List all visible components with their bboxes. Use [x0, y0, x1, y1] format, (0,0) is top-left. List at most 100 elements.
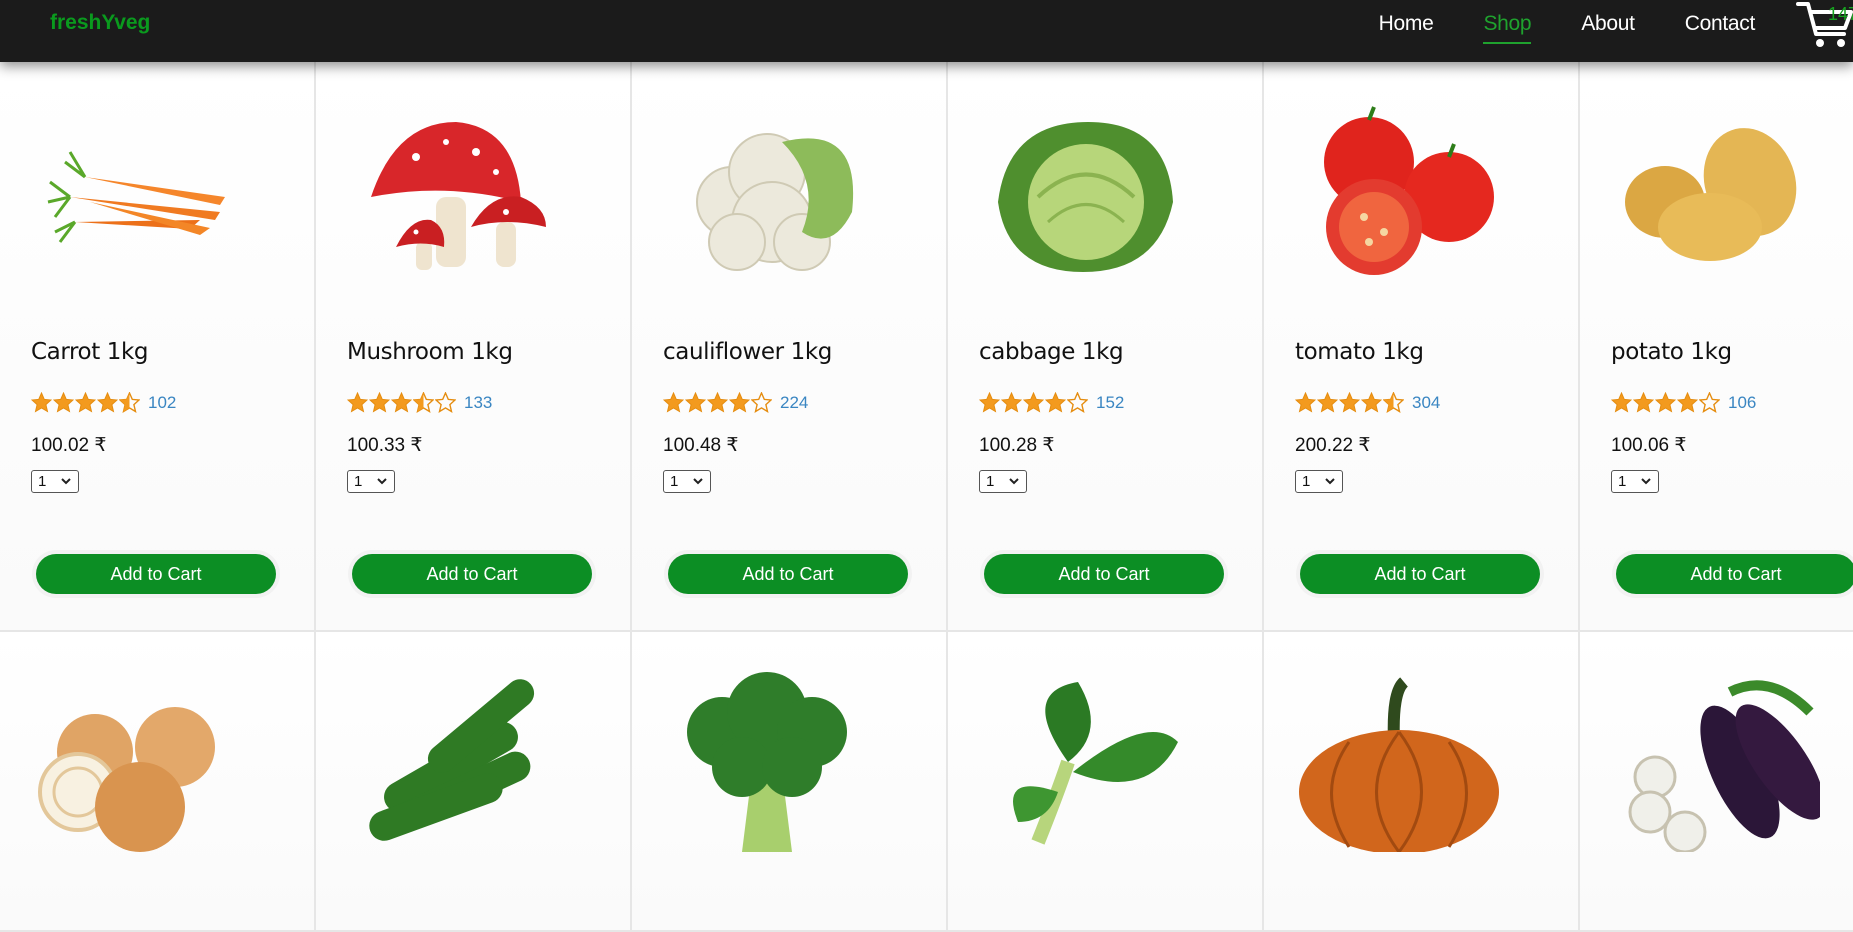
add-to-cart-button[interactable]: Add to Cart: [36, 554, 276, 594]
star-full-icon: [369, 392, 390, 413]
star-full-icon: [1611, 392, 1632, 413]
chevron-down-icon: [377, 478, 387, 485]
star-full-icon: [729, 392, 750, 413]
nav-contact[interactable]: Contact: [1685, 12, 1756, 40]
cucumber-image[interactable]: [346, 672, 556, 852]
product-title: tomato 1kg: [1295, 339, 1424, 365]
add-to-cart-button[interactable]: Add to Cart: [1300, 554, 1540, 594]
quantity-value: 1: [1302, 473, 1311, 490]
quantity-select[interactable]: 1: [979, 470, 1027, 493]
star-rating: [1611, 392, 1720, 413]
broccoli-image[interactable]: [662, 672, 872, 852]
star-rating: [979, 392, 1088, 413]
review-count[interactable]: 224: [780, 393, 808, 413]
quantity-select[interactable]: 1: [31, 470, 79, 493]
brand-logo[interactable]: freshYveg: [50, 11, 150, 35]
star-full-icon: [1633, 392, 1654, 413]
star-empty-icon: [1067, 392, 1088, 413]
star-full-icon: [1361, 392, 1382, 413]
chevron-down-icon: [1325, 478, 1335, 485]
star-rating: [1295, 392, 1404, 413]
review-count[interactable]: 102: [148, 393, 176, 413]
star-empty-icon: [1699, 392, 1720, 413]
add-to-cart-button[interactable]: Add to Cart: [352, 554, 592, 594]
nav-shop[interactable]: Shop: [1483, 12, 1532, 44]
star-half-icon: [413, 392, 434, 413]
star-rating: [31, 392, 140, 413]
star-full-icon: [707, 392, 728, 413]
product-rating: 304: [1295, 392, 1440, 413]
star-full-icon: [75, 392, 96, 413]
star-full-icon: [31, 392, 52, 413]
review-count[interactable]: 106: [1728, 393, 1756, 413]
product-card: Mushroom 1kg 133 100.33 ₹ 1 Add to Cart: [316, 62, 632, 632]
product-price: 100.28 ₹: [979, 435, 1055, 456]
product-rating: 133: [347, 392, 492, 413]
quantity-select[interactable]: 1: [1611, 470, 1659, 493]
cart-count-badge: 147: [1828, 4, 1853, 24]
quantity-value: 1: [1618, 473, 1627, 490]
quantity-select[interactable]: 1: [663, 470, 711, 493]
star-rating: [347, 392, 456, 413]
product-price: 100.02 ₹: [31, 435, 107, 456]
carrot-image[interactable]: [30, 102, 240, 282]
cart-button[interactable]: 147: [1796, 0, 1853, 50]
star-full-icon: [1317, 392, 1338, 413]
product-price: 200.22 ₹: [1295, 435, 1371, 456]
nav-links: Home Shop About Contact: [1379, 12, 1756, 44]
add-to-cart-button[interactable]: Add to Cart: [668, 554, 908, 594]
product-card: [0, 632, 316, 932]
cabbage-image[interactable]: [978, 102, 1188, 282]
star-full-icon: [97, 392, 118, 413]
star-full-icon: [1677, 392, 1698, 413]
product-title: cabbage 1kg: [979, 339, 1124, 365]
product-title: cauliflower 1kg: [663, 339, 832, 365]
review-count[interactable]: 152: [1096, 393, 1124, 413]
potato-image[interactable]: [1610, 102, 1820, 282]
chevron-down-icon: [693, 478, 703, 485]
add-to-cart-button[interactable]: Add to Cart: [984, 554, 1224, 594]
product-card: potato 1kg 106 100.06 ₹ 1 Add to Cart: [1580, 62, 1853, 632]
star-full-icon: [1045, 392, 1066, 413]
star-full-icon: [685, 392, 706, 413]
cauliflower-image[interactable]: [662, 102, 872, 282]
nav-about[interactable]: About: [1581, 12, 1635, 40]
product-rating: 224: [663, 392, 808, 413]
product-card: cauliflower 1kg 224 100.48 ₹ 1 Add to Ca…: [632, 62, 948, 632]
product-card: [948, 632, 1264, 932]
review-count[interactable]: 133: [464, 393, 492, 413]
product-card: Carrot 1kg 102 100.02 ₹ 1 Add to Cart: [0, 62, 316, 632]
tomato-image[interactable]: [1294, 102, 1504, 282]
star-full-icon: [979, 392, 1000, 413]
mushroom-image[interactable]: [346, 102, 556, 282]
star-full-icon: [663, 392, 684, 413]
product-price: 100.48 ₹: [663, 435, 739, 456]
product-rating: 152: [979, 392, 1124, 413]
product-title: potato 1kg: [1611, 339, 1732, 365]
star-half-icon: [1383, 392, 1404, 413]
chevron-down-icon: [1009, 478, 1019, 485]
quantity-value: 1: [38, 473, 47, 490]
product-card: [632, 632, 948, 932]
star-full-icon: [1655, 392, 1676, 413]
star-half-icon: [119, 392, 140, 413]
spinach-image[interactable]: [978, 672, 1188, 852]
product-card: [1580, 632, 1853, 932]
quantity-select[interactable]: 1: [1295, 470, 1343, 493]
onion-image[interactable]: [30, 672, 240, 852]
chevron-down-icon: [1641, 478, 1651, 485]
review-count[interactable]: 304: [1412, 393, 1440, 413]
star-empty-icon: [751, 392, 772, 413]
star-full-icon: [1001, 392, 1022, 413]
product-card: cabbage 1kg 152 100.28 ₹ 1 Add to Cart: [948, 62, 1264, 632]
star-full-icon: [53, 392, 74, 413]
star-full-icon: [1339, 392, 1360, 413]
star-rating: [663, 392, 772, 413]
product-rating: 106: [1611, 392, 1756, 413]
nav-home[interactable]: Home: [1379, 12, 1434, 40]
quantity-select[interactable]: 1: [347, 470, 395, 493]
brinjal-image[interactable]: [1610, 672, 1820, 852]
add-to-cart-button[interactable]: Add to Cart: [1616, 554, 1853, 594]
pumpkin-image[interactable]: [1294, 672, 1504, 852]
product-card: tomato 1kg 304 200.22 ₹ 1 Add to Cart: [1264, 62, 1580, 632]
